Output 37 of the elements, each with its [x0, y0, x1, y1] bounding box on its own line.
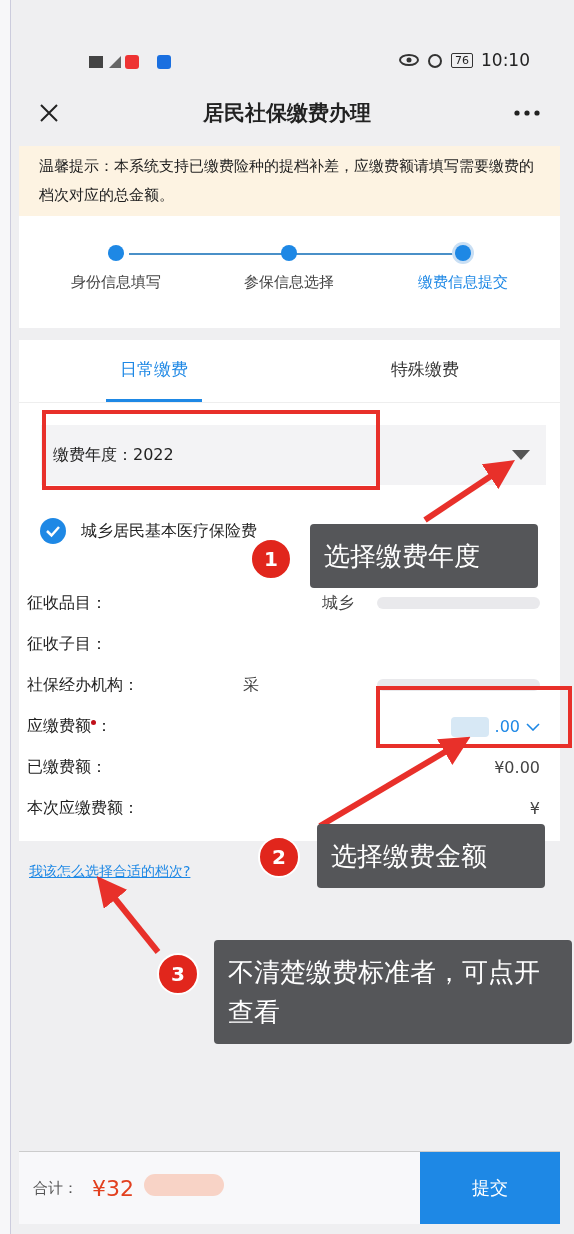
field-label: 已缴费额： [27, 757, 108, 778]
amount-select[interactable]: .00 [450, 716, 540, 737]
step-number-badge: 3 [157, 953, 199, 995]
callout-note: 选择缴费金额 [317, 824, 545, 888]
total-amount: ¥32 [92, 1175, 134, 1201]
tab[interactable]: 日常缴费 [106, 340, 203, 402]
status-time: 10:10 [481, 50, 530, 70]
step-label: 参保信息选择 [244, 273, 335, 292]
step-label: 身份信息填写 [70, 273, 161, 292]
chevron-down-icon [526, 722, 540, 731]
app-icon [157, 54, 171, 70]
step-label: 缴费信息提交 [418, 273, 509, 292]
step-number-badge: 2 [258, 836, 300, 878]
field-label: 社保经办机构： [27, 675, 140, 696]
field-value: 城乡 [322, 593, 354, 614]
field-value: ¥ [529, 799, 540, 818]
field-value: 采 [243, 675, 259, 696]
callout-note: 选择缴费年度 [310, 524, 538, 588]
field-label: 征收品目： [27, 593, 108, 614]
checkbox[interactable] [39, 517, 67, 545]
field-label: 征收子目： [27, 634, 108, 655]
callout-note: 不清楚缴费标准者，可点开查看 [214, 940, 572, 1044]
notice-banner: 温馨提示：本系统支持已缴费险种的提档补差，应缴费额请填写需要缴费的档次对应的总金额。 [19, 146, 560, 216]
tab[interactable]: 特殊缴费 [376, 340, 473, 402]
dropdown-icon [512, 450, 530, 460]
page-title: 居民社保缴费办理 [202, 100, 371, 127]
field-value: ¥0.00 [494, 758, 540, 777]
year-select[interactable]: 缴费年度：2022 [41, 425, 546, 485]
total-label: 合计： [33, 1178, 78, 1198]
submit-button[interactable]: 提交 [420, 1152, 560, 1224]
field-label: 应缴费额 ： [27, 716, 113, 737]
battery-indicator: 76 [451, 52, 473, 68]
close-icon[interactable] [39, 103, 59, 123]
more-icon[interactable] [514, 110, 540, 116]
help-link[interactable]: 我该怎么选择合适的档次? [29, 863, 191, 881]
eye-icon [399, 54, 419, 66]
field-label: 本次应缴费额： [27, 798, 140, 819]
